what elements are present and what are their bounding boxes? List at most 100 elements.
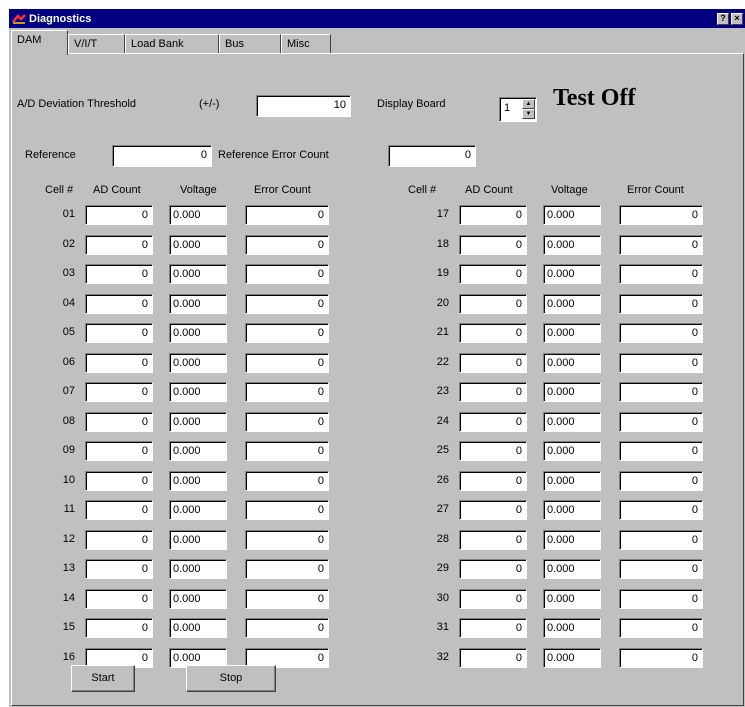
voltage-field[interactable]: 0.000	[543, 323, 601, 343]
voltage-field[interactable]: 0.000	[169, 293, 227, 314]
error-count-field[interactable]: 0	[619, 264, 703, 284]
error-count-field[interactable]: 0	[245, 234, 329, 255]
voltage-field[interactable]: 0.000	[543, 441, 601, 461]
voltage-field[interactable]: 0.000	[543, 588, 601, 609]
voltage-field[interactable]: 0.000	[543, 234, 601, 255]
spin-down-icon[interactable]: ▼	[522, 109, 535, 119]
ad-count-field[interactable]: 0	[459, 411, 527, 432]
tab-misc[interactable]: Misc	[281, 34, 331, 54]
ad-count-field[interactable]: 0	[459, 500, 527, 520]
ad-count-field[interactable]: 0	[85, 618, 153, 638]
voltage-field[interactable]: 0.000	[169, 529, 227, 550]
ad-count-field[interactable]: 0	[85, 588, 153, 609]
ad-count-field[interactable]: 0	[85, 411, 153, 432]
error-count-field[interactable]: 0	[245, 441, 329, 461]
voltage-field[interactable]: 0.000	[543, 559, 601, 579]
voltage-field[interactable]: 0.000	[543, 618, 601, 638]
ad-count-field[interactable]: 0	[85, 352, 153, 373]
error-count-field[interactable]: 0	[619, 323, 703, 343]
threshold-input[interactable]: 10	[256, 95, 351, 117]
error-count-field[interactable]: 0	[245, 470, 329, 491]
ad-count-field[interactable]: 0	[459, 293, 527, 314]
voltage-field[interactable]: 0.000	[543, 529, 601, 550]
ad-count-field[interactable]: 0	[85, 382, 153, 402]
ad-count-field[interactable]: 0	[459, 264, 527, 284]
display-board-spinner[interactable]: 1 ▲ ▼	[499, 97, 537, 122]
voltage-field[interactable]: 0.000	[169, 323, 227, 343]
voltage-field[interactable]: 0.000	[543, 647, 601, 668]
error-count-field[interactable]: 0	[619, 559, 703, 579]
tab-load-bank[interactable]: Load Bank	[125, 34, 219, 54]
tab-dam[interactable]: DAM	[11, 30, 68, 55]
error-count-field[interactable]: 0	[245, 352, 329, 373]
error-count-field[interactable]: 0	[619, 382, 703, 402]
voltage-field[interactable]: 0.000	[169, 352, 227, 373]
ad-count-field[interactable]: 0	[85, 500, 153, 520]
voltage-field[interactable]: 0.000	[543, 382, 601, 402]
error-count-field[interactable]: 0	[245, 264, 329, 284]
ad-count-field[interactable]: 0	[459, 470, 527, 491]
error-count-field[interactable]: 0	[619, 352, 703, 373]
error-count-field[interactable]: 0	[245, 618, 329, 638]
error-count-field[interactable]: 0	[245, 205, 329, 225]
error-count-field[interactable]: 0	[245, 411, 329, 432]
error-count-field[interactable]: 0	[245, 382, 329, 402]
error-count-field[interactable]: 0	[245, 500, 329, 520]
ad-count-field[interactable]: 0	[85, 470, 153, 491]
title-bar[interactable]: Diagnostics ? ×	[9, 9, 745, 28]
voltage-field[interactable]: 0.000	[169, 411, 227, 432]
voltage-field[interactable]: 0.000	[543, 411, 601, 432]
reference-input[interactable]: 0	[112, 145, 212, 167]
tab-vit[interactable]: V/I/T	[68, 34, 125, 54]
error-count-field[interactable]: 0	[619, 500, 703, 520]
error-count-field[interactable]: 0	[619, 234, 703, 255]
error-count-field[interactable]: 0	[619, 293, 703, 314]
ad-count-field[interactable]: 0	[459, 441, 527, 461]
ad-count-field[interactable]: 0	[85, 205, 153, 225]
error-count-field[interactable]: 0	[619, 470, 703, 491]
ad-count-field[interactable]: 0	[459, 588, 527, 609]
error-count-field[interactable]: 0	[619, 205, 703, 225]
voltage-field[interactable]: 0.000	[169, 382, 227, 402]
error-count-field[interactable]: 0	[619, 529, 703, 550]
error-count-field[interactable]: 0	[619, 647, 703, 668]
voltage-field[interactable]: 0.000	[169, 470, 227, 491]
voltage-field[interactable]: 0.000	[169, 205, 227, 225]
error-count-field[interactable]: 0	[245, 323, 329, 343]
voltage-field[interactable]: 0.000	[543, 205, 601, 225]
ad-count-field[interactable]: 0	[459, 205, 527, 225]
error-count-field[interactable]: 0	[619, 618, 703, 638]
error-count-field[interactable]: 0	[245, 588, 329, 609]
ad-count-field[interactable]: 0	[85, 264, 153, 284]
ad-count-field[interactable]: 0	[459, 382, 527, 402]
ad-count-field[interactable]: 0	[85, 529, 153, 550]
voltage-field[interactable]: 0.000	[543, 470, 601, 491]
error-count-field[interactable]: 0	[619, 411, 703, 432]
voltage-field[interactable]: 0.000	[169, 441, 227, 461]
voltage-field[interactable]: 0.000	[543, 500, 601, 520]
ad-count-field[interactable]: 0	[85, 234, 153, 255]
ad-count-field[interactable]: 0	[459, 352, 527, 373]
voltage-field[interactable]: 0.000	[169, 500, 227, 520]
ad-count-field[interactable]: 0	[459, 647, 527, 668]
ad-count-field[interactable]: 0	[459, 559, 527, 579]
tab-bus[interactable]: Bus	[219, 34, 281, 54]
ad-count-field[interactable]: 0	[85, 559, 153, 579]
reference-error-input[interactable]: 0	[388, 145, 476, 167]
error-count-field[interactable]: 0	[619, 588, 703, 609]
ad-count-field[interactable]: 0	[85, 441, 153, 461]
error-count-field[interactable]: 0	[245, 559, 329, 579]
start-button[interactable]: Start	[71, 665, 135, 692]
close-icon[interactable]: ×	[731, 12, 743, 25]
help-icon[interactable]: ?	[717, 12, 729, 25]
ad-count-field[interactable]: 0	[85, 323, 153, 343]
voltage-field[interactable]: 0.000	[169, 234, 227, 255]
spin-up-icon[interactable]: ▲	[522, 99, 535, 109]
error-count-field[interactable]: 0	[245, 529, 329, 550]
ad-count-field[interactable]: 0	[459, 618, 527, 638]
voltage-field[interactable]: 0.000	[543, 293, 601, 314]
ad-count-field[interactable]: 0	[459, 234, 527, 255]
error-count-field[interactable]: 0	[619, 441, 703, 461]
ad-count-field[interactable]: 0	[85, 293, 153, 314]
voltage-field[interactable]: 0.000	[169, 618, 227, 638]
